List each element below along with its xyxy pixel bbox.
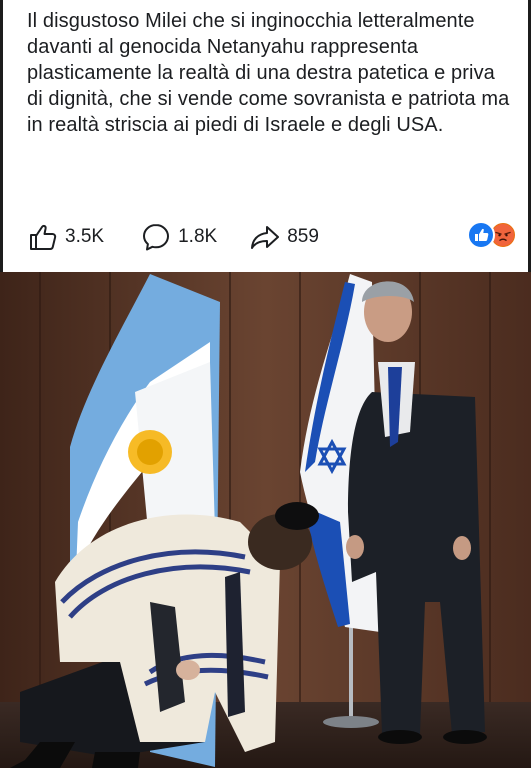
like-count: 3.5K: [65, 226, 105, 247]
post-photo[interactable]: [0, 272, 531, 768]
thumbs-up-icon: [27, 221, 59, 253]
post-card: Il disgustoso Milei che si inginocchia l…: [0, 0, 531, 272]
reaction-summary[interactable]: [467, 221, 517, 249]
comment-button[interactable]: 1.8K: [140, 221, 217, 253]
speech-bubble-icon: [140, 221, 172, 253]
share-arrow-icon: [249, 221, 281, 253]
share-count: 859: [287, 226, 319, 247]
comment-count: 1.8K: [178, 226, 218, 247]
share-button[interactable]: 859: [249, 221, 319, 253]
like-button[interactable]: 3.5K: [27, 221, 104, 253]
post-actions-bar: 3.5K 1.8K 859: [27, 220, 517, 254]
like-reaction-icon: [467, 221, 495, 249]
post-text: Il disgustoso Milei che si inginocchia l…: [27, 10, 510, 136]
